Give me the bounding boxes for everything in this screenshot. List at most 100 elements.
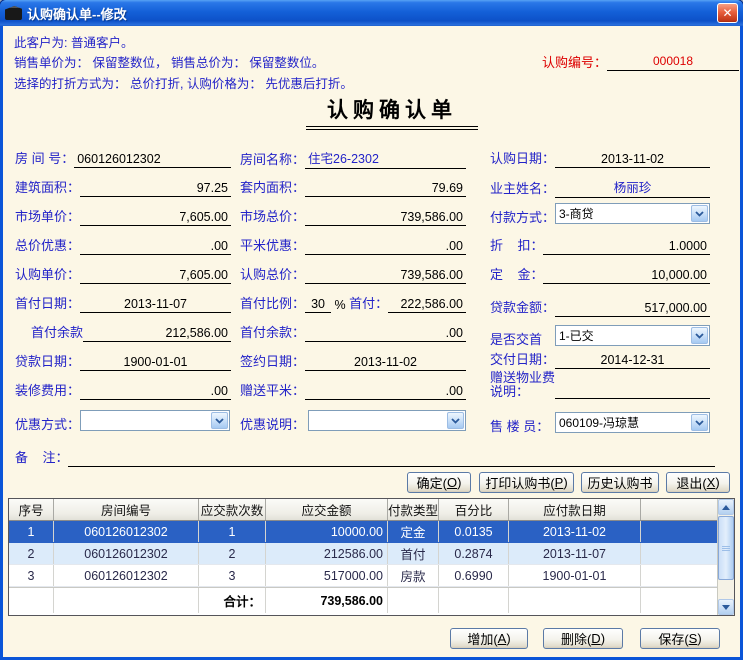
delete-button[interactable]: 删除(D): [543, 628, 623, 649]
total-value: 739,586.00: [266, 588, 388, 613]
scrollbar-thumb[interactable]: [718, 516, 734, 580]
title-bar: 认购确认单--修改 ✕: [0, 0, 743, 26]
percent-sign: %: [331, 298, 349, 313]
field-first-pay-date: 首付日期： 2013-11-07: [15, 293, 231, 313]
scroll-down-button[interactable]: [718, 599, 734, 615]
gift-sqm-input[interactable]: .00: [305, 384, 466, 400]
market-unit-price-input[interactable]: 7,605.00: [80, 210, 231, 226]
exit-button[interactable]: 退出(X): [666, 472, 730, 493]
field-loan-date: 贷款日期： 1900-01-01: [15, 351, 231, 371]
save-button[interactable]: 保存(S): [640, 628, 720, 649]
col-header-due-date: 应付款日期: [509, 499, 641, 520]
decoration-fee-input[interactable]: .00: [80, 384, 231, 400]
loan-amount-label: 贷款金额：: [490, 297, 555, 317]
table-scrollbar[interactable]: [717, 499, 734, 615]
order-number-group: 认购编号： 000018: [542, 52, 739, 71]
dialog-content: 此客户为: 普通客户。 销售单价为： 保留整数位， 销售总价为： 保留整数位。 …: [3, 26, 740, 657]
discount-method-select[interactable]: [80, 410, 230, 431]
sqm-discount-input[interactable]: .00: [305, 239, 466, 255]
inner-area-input[interactable]: 79.69: [305, 181, 466, 197]
window-title: 认购确认单--修改: [27, 4, 712, 23]
field-loan-amount: 贷款金额： 517,000.00: [490, 297, 710, 317]
field-discount-rate: 折 扣： 1.0000: [490, 235, 710, 255]
field-market-unit-price: 市场单价： 7,605.00: [15, 206, 231, 226]
purchase-unit-price-label: 认购单价：: [15, 264, 80, 284]
field-total-price-discount: 总价优惠： .00: [15, 235, 231, 255]
field-sign-date: 签约日期： 2013-11-02: [240, 351, 466, 371]
payment-schedule-table: 序号 房间编号 应交款次数 应交金额 付款类型 百分比 应付款日期 1 0601…: [8, 498, 735, 616]
table-row[interactable]: 3 060126012302 3 517000.00 房款 0.6990 190…: [9, 565, 717, 587]
total-price-discount-input[interactable]: .00: [80, 239, 231, 255]
col-header-room-no: 房间编号: [54, 499, 199, 520]
first-pay-balance-left-label: 首付余款: [15, 322, 83, 342]
field-remark: 备 注：: [15, 447, 715, 467]
field-first-pay-balance-mid: 首付余款： .00: [240, 322, 466, 342]
gift-property-fee-input[interactable]: [555, 383, 710, 399]
deliver-date-label: 交付日期：: [490, 349, 555, 369]
chevron-down-icon: [447, 412, 464, 429]
order-number-value: 000018: [607, 54, 739, 71]
total-label: 合计：: [199, 588, 266, 613]
first-pay-balance-mid-input[interactable]: .00: [305, 326, 466, 342]
deposit-input[interactable]: 10,000.00: [543, 268, 710, 284]
purchase-unit-price-input[interactable]: 7,605.00: [80, 268, 231, 284]
table-row[interactable]: 2 060126012302 2 212586.00 首付 0.2874 201…: [9, 543, 717, 565]
table-total-row: 合计： 739,586.00: [9, 587, 717, 613]
first-pay-date-label: 首付日期：: [15, 293, 80, 313]
chevron-down-icon: [691, 205, 708, 222]
payment-method-select[interactable]: 3-商贷: [555, 203, 710, 224]
scroll-up-button[interactable]: [718, 499, 734, 515]
purchase-total-price-input[interactable]: 739,586.00: [305, 268, 466, 284]
owner-name-input[interactable]: 杨丽珍: [555, 177, 710, 198]
field-purchase-date: 认购日期： 2013-11-02: [490, 148, 710, 168]
field-room-name: 房间名称： 住宅26-2302: [240, 148, 466, 169]
print-confirmation-button[interactable]: 打印认购书(P): [479, 472, 574, 493]
loan-date-input[interactable]: 1900-01-01: [80, 355, 231, 371]
form-title-block: 认购确认单: [306, 94, 478, 130]
first-pay-balance-left-input[interactable]: 212,586.00: [83, 326, 231, 342]
first-pay-amount-input[interactable]: 222,586.00: [388, 297, 466, 313]
field-first-pay-balance-left: 首付余款 212,586.00: [15, 322, 231, 342]
field-deliver-date: 交付日期： 2014-12-31: [490, 349, 710, 369]
remark-input[interactable]: [68, 451, 715, 467]
purchase-date-label: 认购日期：: [490, 148, 555, 168]
room-name-input[interactable]: 住宅26-2302: [305, 148, 466, 169]
build-area-input[interactable]: 97.25: [80, 181, 231, 197]
gift-sqm-label: 赠送平米：: [240, 380, 305, 400]
field-gift-property-fee: 赠送物业费 说明：: [490, 371, 710, 399]
purchase-date-input[interactable]: 2013-11-02: [555, 152, 710, 168]
confirm-button[interactable]: 确定(O): [407, 472, 471, 493]
discount-note-label: 优惠说明：: [240, 414, 305, 434]
col-header-pay-type: 付款类型: [388, 499, 439, 520]
gift-property-fee-label: 赠送物业费 说明：: [490, 371, 555, 399]
sign-date-input[interactable]: 2013-11-02: [305, 355, 466, 371]
field-sqm-discount: 平米优惠： .00: [240, 235, 466, 255]
field-build-area: 建筑面积： 97.25: [15, 177, 231, 197]
salesman-select[interactable]: 060109-冯琼慧: [555, 412, 710, 433]
discount-rate-input[interactable]: 1.0000: [543, 239, 710, 255]
gift-property-fee-label-line1: 赠送物业费: [490, 371, 555, 385]
history-button[interactable]: 历史认购书: [581, 472, 659, 493]
notice-line-2: 销售单价为： 保留整数位， 销售总价为： 保留整数位。: [14, 52, 324, 71]
first-pay-date-input[interactable]: 2013-11-07: [80, 297, 231, 313]
col-header-filler: [641, 499, 717, 520]
first-pay-ratio-input[interactable]: 30: [305, 297, 331, 313]
remark-label: 备 注：: [15, 447, 68, 467]
sign-date-label: 签约日期：: [240, 351, 305, 371]
scroll-up-icon: [722, 505, 730, 510]
discount-note-select[interactable]: [308, 410, 466, 431]
close-button[interactable]: ✕: [717, 3, 738, 23]
room-no-label: 房 间 号：: [15, 148, 74, 168]
deliver-date-input[interactable]: 2014-12-31: [555, 353, 710, 369]
table-row[interactable]: 1 060126012302 1 10000.00 定金 0.0135 2013…: [9, 521, 717, 543]
first-paid-select[interactable]: 1-已交: [555, 325, 710, 346]
total-price-discount-label: 总价优惠：: [15, 235, 80, 255]
room-no-input[interactable]: 060126012302: [74, 152, 231, 168]
add-button[interactable]: 增加(A): [450, 628, 528, 649]
market-total-price-input[interactable]: 739,586.00: [305, 210, 466, 226]
first-paid-value: 1-已交: [556, 327, 690, 344]
first-pay-amount-label: 首付：: [349, 293, 388, 313]
loan-amount-input[interactable]: 517,000.00: [555, 301, 710, 317]
salesman-value: 060109-冯琼慧: [556, 414, 690, 431]
purchase-total-price-label: 认购总价：: [240, 264, 305, 284]
